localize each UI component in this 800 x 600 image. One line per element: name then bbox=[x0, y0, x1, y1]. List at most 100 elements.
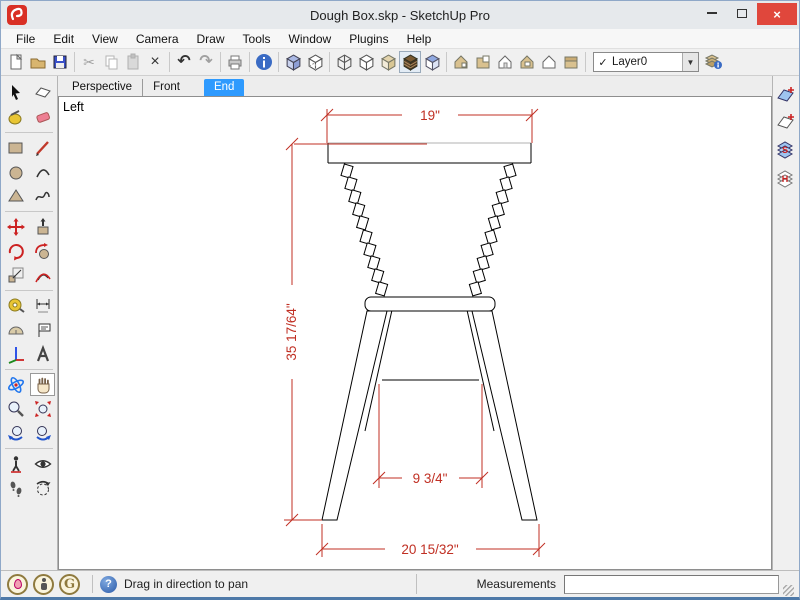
zoom-extents-tool[interactable] bbox=[30, 397, 55, 420]
rectangle-tool[interactable] bbox=[3, 136, 28, 159]
arc-tool[interactable] bbox=[30, 160, 55, 183]
zoom-next-tool[interactable] bbox=[30, 421, 55, 444]
chevron-down-icon[interactable]: ▼ bbox=[682, 53, 698, 71]
layer-manager-icon[interactable] bbox=[703, 51, 725, 73]
paint-bucket-tool[interactable] bbox=[3, 105, 28, 128]
tab-end[interactable]: End bbox=[204, 79, 244, 96]
tape-measure-tool[interactable] bbox=[3, 294, 28, 317]
menu-view[interactable]: View bbox=[83, 30, 127, 48]
status-bar: G ? Drag in direction to pan Measurement… bbox=[1, 570, 799, 597]
sketchup-window: Dough Box.skp - SketchUp Pro × File Edit… bbox=[0, 0, 800, 600]
help-question-icon[interactable]: ? bbox=[100, 576, 117, 593]
status-divider bbox=[92, 575, 93, 593]
minimize-button[interactable] bbox=[697, 3, 727, 23]
turn-around-tool[interactable] bbox=[30, 476, 55, 499]
undo-icon[interactable]: ↶ bbox=[173, 51, 195, 73]
freehand-tool[interactable] bbox=[30, 184, 55, 207]
walk-tool[interactable] bbox=[3, 476, 28, 499]
menu-edit[interactable]: Edit bbox=[44, 30, 83, 48]
cut-icon[interactable]: ✂ bbox=[78, 51, 100, 73]
look-around-tool[interactable] bbox=[30, 452, 55, 475]
menu-camera[interactable]: Camera bbox=[127, 30, 188, 48]
add-section-plane-white-icon[interactable] bbox=[776, 113, 796, 131]
follow-me-tool[interactable] bbox=[30, 239, 55, 262]
dim-top-width: 19" bbox=[420, 108, 440, 123]
x-ray-icon[interactable] bbox=[282, 51, 304, 73]
dim-overall-height: 35 17/64" bbox=[284, 303, 299, 361]
hidden-line-icon[interactable] bbox=[355, 51, 377, 73]
copy-icon[interactable] bbox=[100, 51, 122, 73]
check-icon: ✓ bbox=[594, 56, 612, 69]
main-toolbar: ✂ × ↶ ↷ ✓ Layer0 ▼ bbox=[1, 49, 799, 76]
polygon-tool[interactable] bbox=[3, 184, 28, 207]
credits-icon[interactable]: G bbox=[59, 574, 80, 595]
axes-tool[interactable] bbox=[3, 342, 28, 365]
open-icon[interactable] bbox=[27, 51, 49, 73]
measurements-input[interactable] bbox=[564, 575, 779, 594]
tab-front[interactable]: Front bbox=[143, 79, 190, 96]
geolocation-icon[interactable] bbox=[7, 574, 28, 595]
maximize-button[interactable] bbox=[727, 3, 757, 23]
layer-dropdown[interactable]: ✓ Layer0 ▼ bbox=[593, 52, 699, 72]
position-camera-tool[interactable] bbox=[3, 452, 28, 475]
menu-file[interactable]: File bbox=[7, 30, 44, 48]
front-view-icon[interactable] bbox=[494, 51, 516, 73]
model-drawing: 19" 35 17/64" 9 3/4" 20 15/32" bbox=[59, 97, 772, 569]
dimension-tool[interactable] bbox=[30, 294, 55, 317]
drawing-canvas[interactable]: Left bbox=[58, 96, 772, 570]
line-tool[interactable] bbox=[30, 136, 55, 159]
menu-help[interactable]: Help bbox=[398, 30, 441, 48]
menu-plugins[interactable]: Plugins bbox=[340, 30, 397, 48]
menu-window[interactable]: Window bbox=[280, 30, 341, 48]
title-bar: Dough Box.skp - SketchUp Pro × bbox=[1, 1, 799, 29]
new-icon[interactable] bbox=[5, 51, 27, 73]
rotate-tool[interactable] bbox=[3, 239, 28, 262]
pan-tool[interactable] bbox=[30, 373, 55, 396]
make-component-tool[interactable] bbox=[30, 81, 55, 104]
right-view-icon[interactable] bbox=[516, 51, 538, 73]
text-tool[interactable] bbox=[30, 318, 55, 341]
minimize-icon bbox=[707, 12, 717, 14]
save-icon[interactable] bbox=[49, 51, 71, 73]
left-view-icon[interactable] bbox=[560, 51, 582, 73]
iso-view-icon[interactable] bbox=[450, 51, 472, 73]
top-view-icon[interactable] bbox=[472, 51, 494, 73]
menu-draw[interactable]: Draw bbox=[188, 30, 234, 48]
back-view-icon[interactable] bbox=[538, 51, 560, 73]
close-button[interactable]: × bbox=[757, 3, 797, 25]
back-edges-icon[interactable] bbox=[304, 51, 326, 73]
dim-stretcher-width: 9 3/4" bbox=[413, 471, 448, 486]
scale-tool[interactable] bbox=[3, 263, 28, 286]
status-hint: Drag in direction to pan bbox=[124, 577, 416, 591]
wireframe-icon[interactable] bbox=[333, 51, 355, 73]
layers-h-icon[interactable]: H bbox=[776, 169, 796, 189]
model-info-icon[interactable] bbox=[253, 51, 275, 73]
monochrome-icon[interactable] bbox=[421, 51, 443, 73]
shaded-icon[interactable] bbox=[377, 51, 399, 73]
select-tool[interactable] bbox=[3, 81, 28, 104]
model-figure-icon[interactable] bbox=[33, 574, 54, 595]
erase-icon[interactable]: × bbox=[144, 51, 166, 73]
offset-tool[interactable] bbox=[30, 263, 55, 286]
move-tool[interactable] bbox=[3, 215, 28, 238]
orbit-tool[interactable] bbox=[3, 373, 28, 396]
tab-perspective[interactable]: Perspective bbox=[62, 79, 143, 96]
protractor-tool[interactable] bbox=[3, 318, 28, 341]
print-icon[interactable] bbox=[224, 51, 246, 73]
eraser-tool[interactable] bbox=[30, 105, 55, 128]
push-pull-tool[interactable] bbox=[30, 215, 55, 238]
paste-icon[interactable] bbox=[122, 51, 144, 73]
circle-tool[interactable] bbox=[3, 160, 28, 183]
tool-palette bbox=[1, 76, 58, 570]
add-section-plane-blue-icon[interactable] bbox=[776, 86, 796, 104]
3d-text-tool[interactable] bbox=[30, 342, 55, 365]
zoom-previous-tool[interactable] bbox=[3, 421, 28, 444]
zoom-tool[interactable] bbox=[3, 397, 28, 420]
redo-icon[interactable]: ↷ bbox=[195, 51, 217, 73]
menu-tools[interactable]: Tools bbox=[234, 30, 280, 48]
layers-s-icon[interactable]: S bbox=[776, 140, 796, 160]
section-toolbar: S H bbox=[772, 76, 799, 570]
resize-grip[interactable] bbox=[782, 584, 795, 597]
content-area: Perspective Front End Left bbox=[1, 76, 799, 570]
shaded-with-textures-icon[interactable] bbox=[399, 51, 421, 73]
